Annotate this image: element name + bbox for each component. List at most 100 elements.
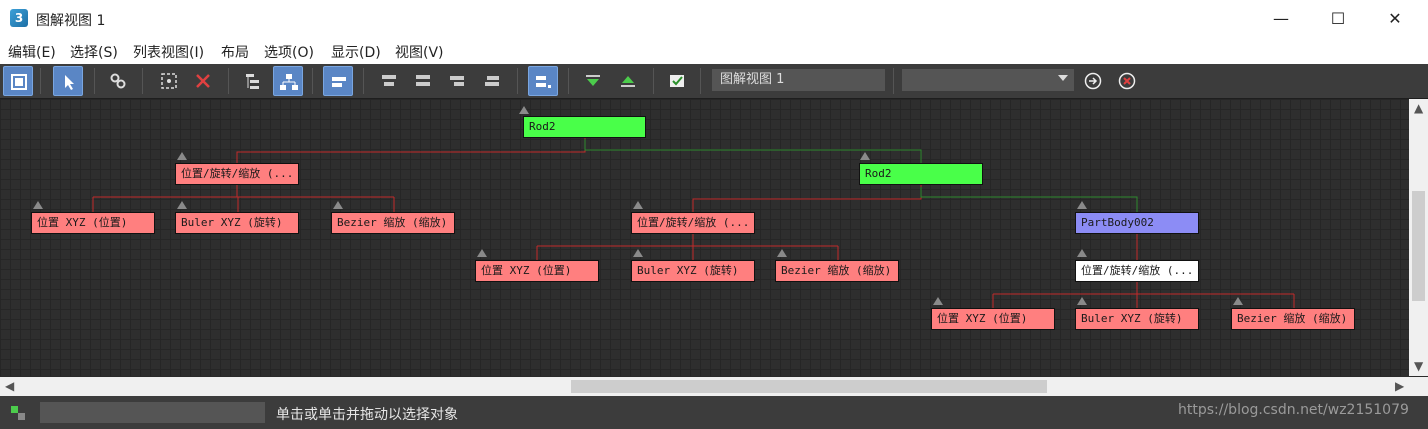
chevron-down-icon bbox=[1058, 75, 1068, 81]
status-bar: 单击或单击并拖动以选择对象 https://blog.csdn.net/wz21… bbox=[0, 396, 1428, 429]
menu-edit[interactable]: 编辑(E) bbox=[8, 42, 56, 62]
view-name-input[interactable]: 图解视图 1 bbox=[712, 69, 885, 91]
horizontal-scroll-thumb[interactable] bbox=[571, 380, 1047, 393]
connect-button[interactable] bbox=[103, 66, 133, 96]
schematic-status-icon bbox=[11, 406, 25, 420]
node-rod2-child[interactable]: Rod2 bbox=[859, 163, 983, 185]
vertical-scrollbar[interactable]: ▲ ▼ bbox=[1409, 99, 1428, 376]
align-bottom-button[interactable] bbox=[442, 66, 472, 96]
menu-layout[interactable]: 布局 bbox=[221, 42, 249, 62]
expand-icon bbox=[586, 75, 600, 86]
schematic-canvas[interactable]: Rod2 位置/旋转/缩放 (... 位置 XYZ (位置) Buler XYZ… bbox=[0, 99, 1409, 376]
node-position-xyz[interactable]: 位置 XYZ (位置) bbox=[475, 260, 599, 282]
display-floater-icon bbox=[11, 74, 27, 90]
link-bus1-drops bbox=[92, 197, 395, 212]
expand-triangle-icon[interactable] bbox=[633, 249, 643, 257]
node-bezier-scale[interactable]: Bezier 缩放 (缩放) bbox=[1231, 308, 1355, 330]
expand-button[interactable] bbox=[578, 66, 608, 96]
select-icon bbox=[65, 75, 74, 90]
watermark-text: https://blog.csdn.net/wz2151079 bbox=[1178, 402, 1409, 418]
collapse-icon bbox=[621, 76, 635, 87]
scroll-down-icon[interactable]: ▼ bbox=[1414, 357, 1423, 376]
align-center-icon bbox=[416, 75, 430, 86]
expand-triangle-icon[interactable] bbox=[860, 152, 870, 160]
node-bezier-scale[interactable]: Bezier 缩放 (缩放) bbox=[775, 260, 899, 282]
expand-triangle-icon[interactable] bbox=[633, 201, 643, 209]
link-rod2-rod2b bbox=[584, 139, 922, 163]
align-top-icon bbox=[382, 75, 396, 86]
unlink-button[interactable] bbox=[154, 66, 184, 96]
menu-select[interactable]: 选择(S) bbox=[70, 42, 118, 62]
link-bus2-drops bbox=[536, 246, 839, 260]
align-left-icon bbox=[332, 77, 346, 87]
select-button[interactable] bbox=[53, 66, 83, 96]
preferences-icon bbox=[670, 75, 684, 87]
arrow-right-circle-icon bbox=[1084, 72, 1102, 90]
menu-display[interactable]: 显示(D) bbox=[331, 42, 381, 62]
references-mode-icon bbox=[280, 74, 298, 90]
menu-view[interactable]: 视图(V) bbox=[395, 42, 444, 62]
expand-triangle-icon[interactable] bbox=[177, 201, 187, 209]
menu-options[interactable]: 选项(O) bbox=[264, 42, 314, 62]
node-prs-controller[interactable]: 位置/旋转/缩放 (... bbox=[175, 163, 299, 185]
arrange-icon bbox=[536, 76, 551, 88]
expand-triangle-icon[interactable] bbox=[933, 297, 943, 305]
preferences-button[interactable] bbox=[662, 66, 692, 96]
status-input-field[interactable] bbox=[40, 402, 265, 423]
scroll-right-icon[interactable]: ▶ bbox=[1395, 377, 1404, 396]
expand-triangle-icon[interactable] bbox=[777, 249, 787, 257]
expand-triangle-icon[interactable] bbox=[177, 152, 187, 160]
connect-icon bbox=[110, 73, 126, 89]
scroll-up-icon[interactable]: ▲ bbox=[1414, 99, 1423, 118]
delete-view-button[interactable] bbox=[1112, 66, 1142, 96]
close-circle-icon bbox=[1118, 72, 1136, 90]
node-euler-xyz[interactable]: Buler XYZ (旋转) bbox=[1075, 308, 1199, 330]
close-button[interactable]: ✕ bbox=[1372, 5, 1418, 33]
expand-triangle-icon[interactable] bbox=[1077, 201, 1087, 209]
align-left-button[interactable] bbox=[323, 66, 353, 96]
align-bottom-icon bbox=[450, 76, 464, 86]
expand-triangle-icon[interactable] bbox=[1077, 249, 1087, 257]
title-bar: 3 图解视图 1 — ☐ ✕ bbox=[0, 0, 1428, 38]
expand-triangle-icon[interactable] bbox=[1077, 297, 1087, 305]
node-prs-controller[interactable]: 位置/旋转/缩放 (... bbox=[631, 212, 755, 234]
horizontal-scrollbar[interactable]: ◀ ▶ bbox=[0, 377, 1428, 396]
align-right-button[interactable] bbox=[477, 66, 507, 96]
delete-button[interactable] bbox=[188, 66, 218, 96]
status-prompt: 单击或单击并拖动以选择对象 bbox=[276, 407, 458, 423]
expand-triangle-icon[interactable] bbox=[1233, 297, 1243, 305]
expand-triangle-icon[interactable] bbox=[333, 201, 343, 209]
expand-triangle-icon[interactable] bbox=[519, 106, 529, 114]
app-icon: 3 bbox=[10, 9, 28, 27]
node-prs-controller-selected[interactable]: 位置/旋转/缩放 (... bbox=[1075, 260, 1199, 282]
display-floater-button[interactable] bbox=[3, 66, 33, 96]
view-select-dropdown[interactable] bbox=[902, 69, 1074, 91]
node-euler-xyz[interactable]: Buler XYZ (旋转) bbox=[631, 260, 755, 282]
align-top-button[interactable] bbox=[374, 66, 404, 96]
hierarchy-mode-button[interactable] bbox=[238, 66, 268, 96]
node-position-xyz[interactable]: 位置 XYZ (位置) bbox=[931, 308, 1055, 330]
node-rod2[interactable]: Rod2 bbox=[523, 116, 646, 138]
node-partbody002[interactable]: PartBody002 bbox=[1075, 212, 1199, 234]
node-bezier-scale[interactable]: Bezier 缩放 (缩放) bbox=[331, 212, 455, 234]
node-position-xyz[interactable]: 位置 XYZ (位置) bbox=[31, 212, 155, 234]
references-mode-button[interactable] bbox=[273, 66, 303, 96]
vertical-scroll-thumb[interactable] bbox=[1412, 191, 1425, 301]
menu-bar: 编辑(E) 选择(S) 列表视图(I) 布局 选项(O) 显示(D) 视图(V) bbox=[0, 38, 1428, 64]
go-to-view-button[interactable] bbox=[1078, 66, 1108, 96]
unlink-icon bbox=[161, 73, 177, 89]
expand-triangle-icon[interactable] bbox=[33, 201, 43, 209]
link-lines bbox=[92, 128, 1295, 308]
align-center-button[interactable] bbox=[408, 66, 438, 96]
link-rod2b-prs2 bbox=[692, 185, 922, 212]
collapse-button[interactable] bbox=[613, 66, 643, 96]
scroll-left-icon[interactable]: ◀ bbox=[5, 377, 14, 396]
arrange-button[interactable] bbox=[528, 66, 558, 96]
hierarchy-mode-icon bbox=[246, 74, 259, 89]
maximize-button[interactable]: ☐ bbox=[1315, 5, 1361, 33]
expand-triangle-icon[interactable] bbox=[477, 249, 487, 257]
minimize-button[interactable]: — bbox=[1258, 5, 1304, 33]
window-title: 图解视图 1 bbox=[36, 13, 106, 29]
menu-list-views[interactable]: 列表视图(I) bbox=[133, 42, 204, 62]
node-euler-xyz[interactable]: Buler XYZ (旋转) bbox=[175, 212, 299, 234]
